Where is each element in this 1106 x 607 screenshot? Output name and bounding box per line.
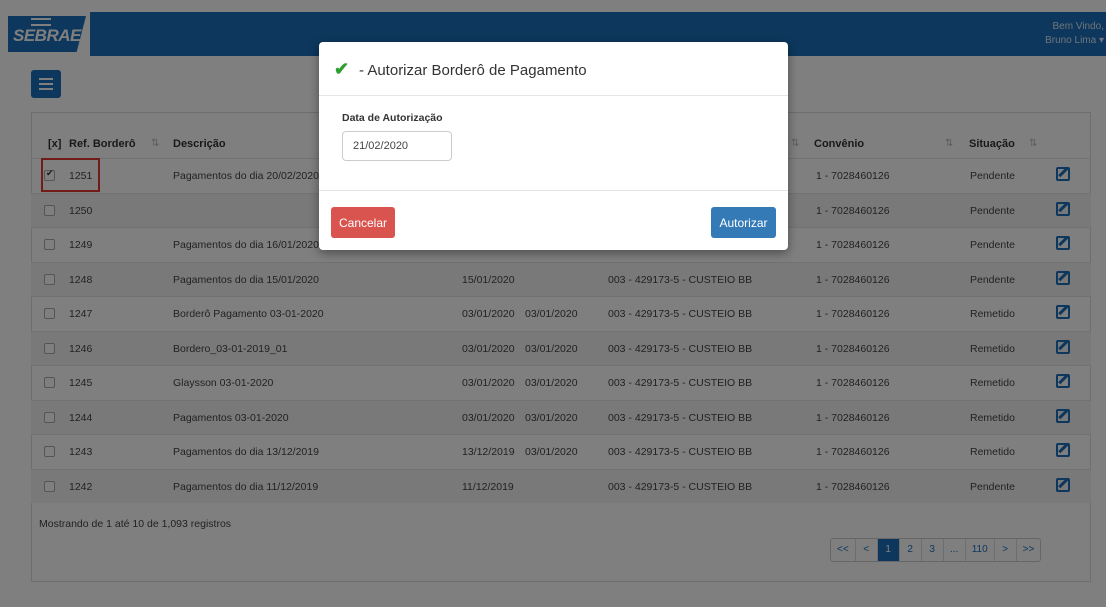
authorize-modal: ✔ - Autorizar Borderô de Pagamento Data … [319,42,788,250]
modal-header: ✔ - Autorizar Borderô de Pagamento [319,42,788,96]
authorization-date-input[interactable] [342,131,452,161]
cancel-button[interactable]: Cancelar [331,207,395,238]
modal-title: - Autorizar Borderô de Pagamento [359,62,587,79]
authorize-button[interactable]: Autorizar [711,207,776,238]
check-icon: ✔ [334,59,350,79]
date-label: Data de Autorização [342,112,443,124]
modal-footer-divider [319,190,788,191]
